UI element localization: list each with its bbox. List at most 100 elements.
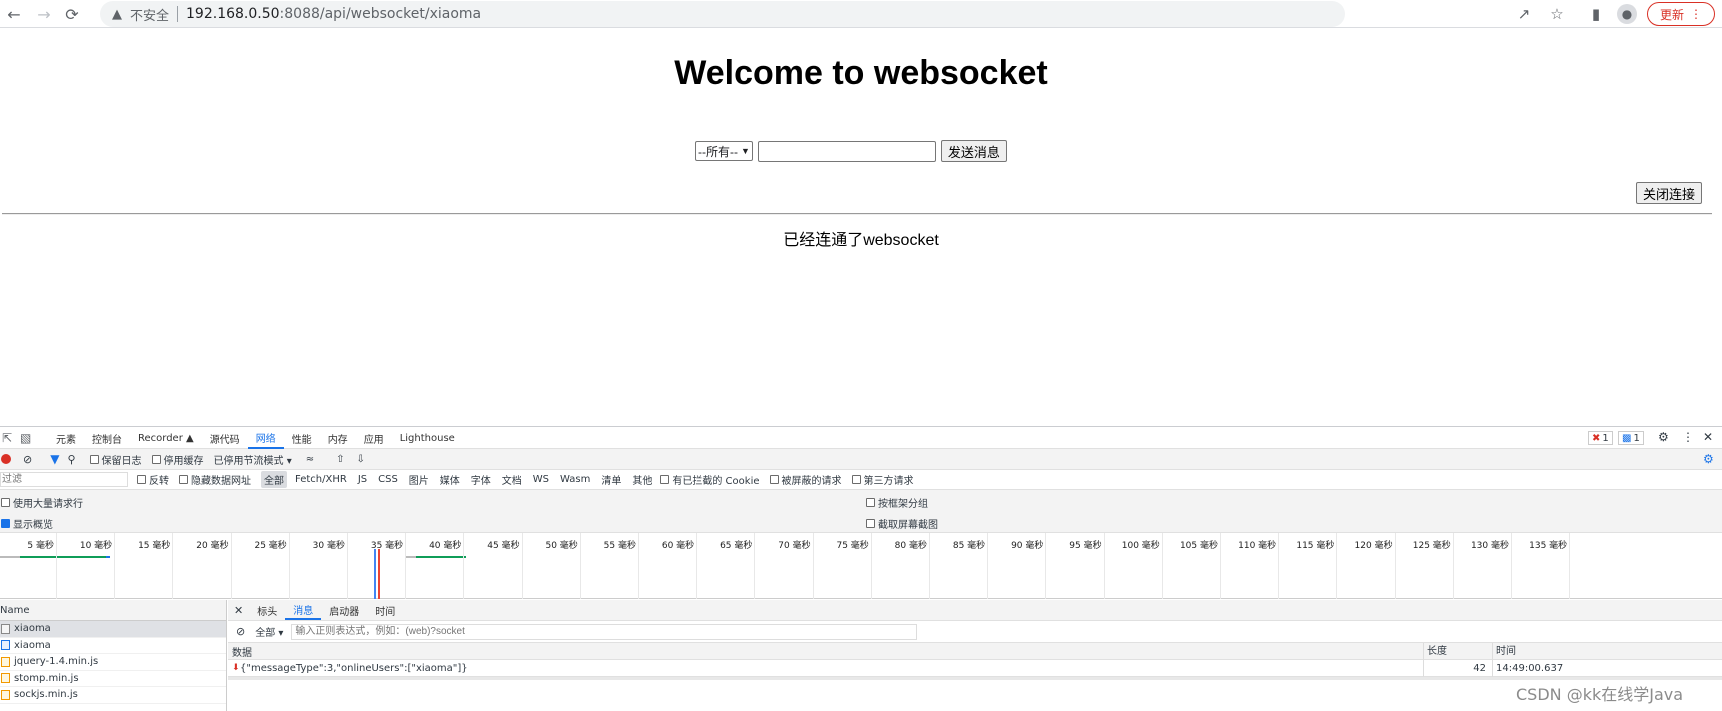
- column-time[interactable]: 时间: [1492, 642, 1516, 660]
- network-options: 使用大量请求行 按框架分组 显示概览 截取屏幕截图: [0, 490, 1722, 533]
- message-input[interactable]: [757, 140, 936, 162]
- request-row[interactable]: xiaoma: [0, 621, 226, 638]
- timeline-tick-label: 10 毫秒: [79, 541, 113, 551]
- send-button[interactable]: 发送消息: [940, 140, 1007, 162]
- record-icon[interactable]: [1, 454, 11, 464]
- resource-type-filter[interactable]: CSS: [375, 473, 401, 486]
- devtools-tab[interactable]: Lighthouse: [392, 427, 463, 449]
- timeline-tick-label: 125 毫秒: [1412, 541, 1451, 551]
- large-rows-checkbox[interactable]: 使用大量请求行: [1, 495, 83, 510]
- side-panel-icon[interactable]: ▮: [1586, 4, 1606, 24]
- error-icon: ✖: [1592, 432, 1601, 444]
- network-conditions-icon[interactable]: ≈: [306, 454, 314, 465]
- resource-type-filter[interactable]: 字体: [468, 471, 494, 488]
- blocked-cookies-checkbox[interactable]: 有已拦截的 Cookie: [660, 472, 760, 487]
- filter-icon[interactable]: ▼: [50, 452, 59, 466]
- insecure-label: 不安全: [130, 8, 170, 24]
- inspect-icon[interactable]: ⇱: [2, 431, 12, 445]
- requests-list: Name xiaoma xiaoma jquery-1.4.min.js stomp.…: [0, 600, 227, 711]
- network-overview-timeline[interactable]: 5 毫秒 10 毫秒 15 毫秒 20 毫秒 25 毫秒 30 毫秒 35 毫秒 40 毫秒 4…: [0, 533, 1722, 599]
- message-count: 1: [1633, 432, 1640, 444]
- detail-tab[interactable]: 时间: [367, 600, 403, 620]
- device-toggle-icon[interactable]: ▧: [20, 431, 31, 445]
- resource-type-filter[interactable]: 媒体: [437, 471, 463, 488]
- filter-input[interactable]: [0, 472, 128, 487]
- load-marker: [378, 549, 380, 599]
- devtools-tab[interactable]: Recorder ▲: [130, 427, 202, 449]
- devtools-tab[interactable]: 性能: [284, 427, 320, 449]
- throttle-select[interactable]: 已停用节流模式 ▾: [214, 452, 292, 467]
- devtools-tab[interactable]: 源代码: [202, 427, 248, 449]
- capture-screenshots-checkbox[interactable]: 截取屏幕截图: [866, 516, 938, 531]
- blocked-requests-checkbox[interactable]: 被屏蔽的请求: [769, 472, 842, 487]
- request-row[interactable]: stomp.min.js: [0, 671, 226, 687]
- back-icon[interactable]: ←: [4, 4, 24, 24]
- forward-icon[interactable]: →: [34, 4, 54, 24]
- network-settings-gear-icon[interactable]: ⚙: [1703, 452, 1714, 466]
- timeline-tick-label: 45 毫秒: [487, 541, 520, 551]
- devtools-tab[interactable]: 内存: [320, 427, 356, 449]
- import-har-icon[interactable]: ⇧: [336, 454, 344, 465]
- devtools-tab[interactable]: 元素: [48, 427, 84, 449]
- invert-checkbox[interactable]: 反转: [137, 472, 169, 487]
- update-button[interactable]: 更新 ⋮: [1647, 2, 1715, 26]
- resource-type-filters: 全部 Fetch/XHR JS CSS 图片 媒体 字体 文档 WS Wasm 清单 其他: [261, 471, 660, 488]
- preserve-log-checkbox[interactable]: 保留日志: [89, 452, 142, 467]
- devtools-tab[interactable]: 网络: [247, 427, 284, 449]
- detail-tab[interactable]: 标头: [249, 600, 285, 620]
- close-detail-icon[interactable]: ✕: [234, 604, 243, 617]
- timeline-tick-label: 20 毫秒: [196, 541, 229, 551]
- timeline-tick-label: 35 毫秒: [370, 541, 404, 551]
- third-party-checkbox[interactable]: 第三方请求: [851, 472, 914, 487]
- close-connection-button[interactable]: 关闭连接: [1636, 182, 1703, 204]
- clear-messages-icon[interactable]: ⊘: [236, 625, 245, 638]
- message-filter-input[interactable]: [291, 623, 918, 640]
- clear-icon[interactable]: ⊘: [23, 453, 32, 466]
- address-bar[interactable]: ▲ 不安全 192.168.0.50:8088/api/websocket/xi…: [100, 1, 1345, 27]
- search-icon[interactable]: ⚲: [67, 453, 75, 466]
- timeline-tick-label: 60 毫秒: [661, 541, 695, 551]
- resource-type-filter[interactable]: 图片: [406, 471, 432, 488]
- request-row[interactable]: jquery-1.4.min.js: [0, 654, 226, 671]
- message-time: 14:49:00.637: [1492, 659, 1563, 677]
- timeline-tick-label: 30 毫秒: [312, 541, 345, 551]
- reload-icon[interactable]: ⟳: [62, 4, 82, 24]
- requests-rows: xiaoma xiaoma jquery-1.4.min.js stomp.min.j…: [0, 621, 226, 704]
- disable-cache-checkbox[interactable]: 停用缓存: [151, 452, 204, 467]
- export-har-icon[interactable]: ⇩: [357, 454, 365, 465]
- show-overview-checkbox[interactable]: 显示概览: [1, 516, 53, 531]
- hide-data-urls-checkbox[interactable]: 隐藏数据网址: [179, 472, 251, 487]
- settings-gear-icon[interactable]: ⚙: [1658, 430, 1669, 444]
- url-path: :8088/api/websocket/xiaoma: [279, 6, 482, 22]
- message-badge[interactable]: ▩ 1: [1618, 431, 1644, 445]
- message-row[interactable]: ⬇ {"messageType":3,"onlineUsers":["xiaoma…: [228, 659, 1722, 677]
- close-icon[interactable]: ✕: [1703, 430, 1713, 444]
- error-badge[interactable]: ✖ 1: [1588, 431, 1613, 445]
- column-length[interactable]: 长度: [1423, 642, 1447, 660]
- more-vert-icon[interactable]: ⋮: [1682, 430, 1694, 444]
- devtools-tab[interactable]: 应用: [356, 427, 392, 449]
- detail-tab[interactable]: 消息: [285, 600, 322, 620]
- user-select[interactable]: --所有-- ▼: [695, 141, 753, 161]
- resource-type-filter[interactable]: WS: [530, 473, 552, 486]
- request-row[interactable]: xiaoma: [0, 638, 226, 654]
- timeline-bar: [406, 556, 416, 558]
- share-icon[interactable]: ↗: [1514, 4, 1534, 24]
- detail-tab[interactable]: 启动器: [321, 600, 367, 620]
- message-type-select[interactable]: 全部 ▾: [255, 624, 283, 639]
- request-row[interactable]: sockjs.min.js: [0, 687, 226, 704]
- resource-type-filter[interactable]: 文档: [499, 471, 525, 488]
- resource-type-filter[interactable]: 清单: [598, 471, 624, 488]
- column-data[interactable]: 数据: [232, 644, 252, 659]
- profile-avatar-icon[interactable]: ●: [1617, 4, 1637, 24]
- resource-type-filter[interactable]: JS: [355, 473, 370, 486]
- page-title: Welcome to websocket: [674, 54, 1048, 92]
- devtools-tab[interactable]: 控制台: [84, 427, 130, 449]
- resource-type-filter[interactable]: Wasm: [557, 473, 593, 486]
- bookmark-star-icon[interactable]: ☆: [1547, 4, 1567, 24]
- timeline-tick-label: 50 毫秒: [545, 541, 578, 551]
- resource-type-filter[interactable]: Fetch/XHR: [292, 473, 350, 486]
- group-by-frame-checkbox[interactable]: 按框架分组: [866, 495, 928, 510]
- resource-type-filter[interactable]: 全部: [261, 471, 287, 488]
- resource-type-filter[interactable]: 其他: [629, 471, 655, 488]
